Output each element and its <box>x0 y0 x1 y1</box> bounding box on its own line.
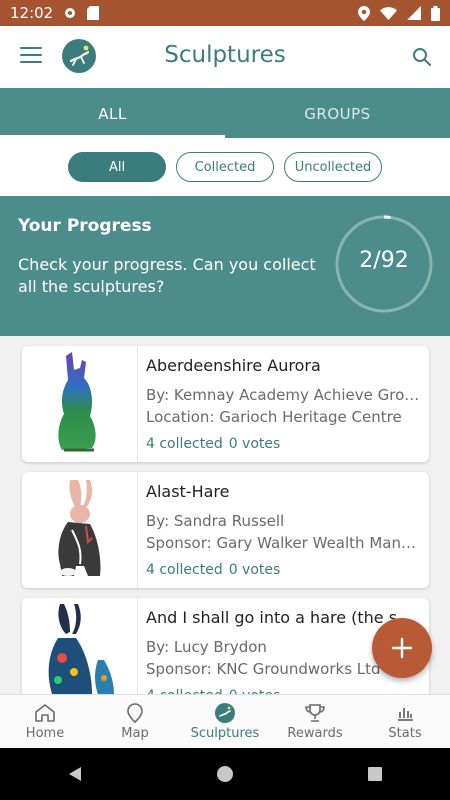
tab-all[interactable]: ALL <box>0 88 225 138</box>
vote-count: 0 votes <box>228 562 281 578</box>
recents-icon[interactable] <box>366 765 384 783</box>
sculpture-artist: By: Sandra Russell <box>146 512 285 530</box>
nav-sculptures-label: Sculptures <box>190 726 260 741</box>
wifi-icon <box>380 6 397 20</box>
filter-all-chip[interactable]: All <box>68 152 166 182</box>
plus-icon <box>391 637 413 659</box>
sculpture-thumbnail <box>22 346 138 462</box>
nav-sculptures[interactable]: Sculptures <box>180 695 270 748</box>
collected-count: 4 collected <box>146 562 223 578</box>
nav-home[interactable]: Home <box>0 695 90 748</box>
home-icon <box>35 704 55 722</box>
filter-chips: All Collected Uncollected <box>0 138 450 196</box>
back-icon[interactable] <box>66 765 84 783</box>
sculpture-title: Alast-Hare <box>146 482 230 501</box>
progress-title: Your Progress <box>18 216 152 236</box>
sd-card-icon <box>87 6 100 20</box>
add-button[interactable] <box>372 618 432 678</box>
home-circle-icon[interactable] <box>216 765 234 783</box>
hamburger-icon <box>20 47 42 49</box>
bottom-navigation: Home Map Sculptures Rewards Stats <box>0 694 450 748</box>
progress-count: 2/92 <box>359 248 409 273</box>
vote-count: 0 votes <box>228 436 281 452</box>
nav-map-label: Map <box>121 726 149 741</box>
nav-rewards[interactable]: Rewards <box>270 695 360 748</box>
nav-stats-label: Stats <box>388 726 422 741</box>
sculpture-artist: By: Kemnay Academy Achieve Group <box>146 386 421 404</box>
nav-map[interactable]: Map <box>90 695 180 748</box>
collected-count: 4 collected <box>146 436 223 452</box>
search-icon <box>413 48 431 66</box>
sculpture-list: Aberdeenshire Aurora By: Kemnay Academy … <box>22 346 429 724</box>
bar-chart-icon <box>398 708 413 721</box>
tab-bar: ALL GROUPS <box>0 88 450 138</box>
trophy-icon <box>305 704 325 722</box>
map-pin-icon <box>127 703 143 723</box>
app-bar: Sculptures <box>0 26 450 88</box>
app-logo <box>62 39 96 73</box>
search-button[interactable] <box>412 47 432 67</box>
settings-icon <box>63 6 77 20</box>
filter-uncollected-chip[interactable]: Uncollected <box>284 152 382 182</box>
sculpture-title: And I shall go into a hare (the s <box>146 608 398 627</box>
progress-description: Check your progress. Can you collect all… <box>18 255 316 296</box>
location-icon <box>358 5 370 21</box>
sculpture-card[interactable]: Aberdeenshire Aurora By: Kemnay Academy … <box>22 346 429 462</box>
sculpture-icon <box>215 703 235 723</box>
sculpture-sponsor: Sponsor: Gary Walker Wealth Management <box>146 534 421 552</box>
battery-icon <box>431 5 440 21</box>
nav-home-label: Home <box>25 726 65 741</box>
signal-icon <box>407 6 421 20</box>
sculpture-title: Aberdeenshire Aurora <box>146 356 321 375</box>
nav-rewards-label: Rewards <box>287 726 343 741</box>
sculpture-location: Location: Garioch Heritage Centre <box>146 408 402 426</box>
status-bar: 12:02 <box>0 0 450 26</box>
system-navigation <box>0 748 450 800</box>
nav-stats[interactable]: Stats <box>360 695 450 748</box>
tab-groups[interactable]: GROUPS <box>225 88 450 138</box>
menu-button[interactable] <box>20 47 42 65</box>
progress-panel: Your Progress Check your progress. Can y… <box>0 196 450 336</box>
sculpture-thumbnail <box>22 472 138 588</box>
status-time: 12:02 <box>10 4 54 22</box>
filter-collected-chip[interactable]: Collected <box>176 152 274 182</box>
sculpture-card[interactable]: Alast-Hare By: Sandra Russell Sponsor: G… <box>22 472 429 588</box>
